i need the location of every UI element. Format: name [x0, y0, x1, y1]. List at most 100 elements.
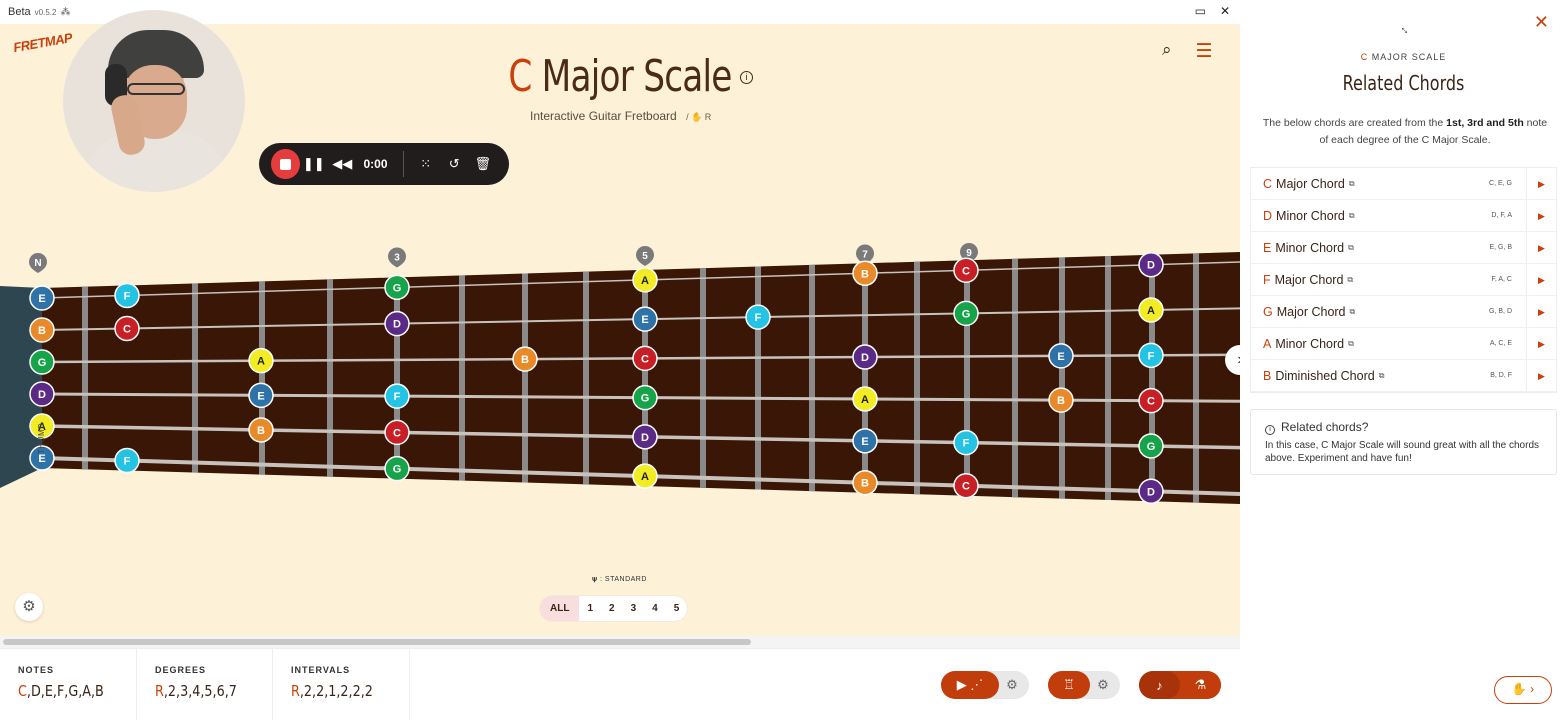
play-chord-icon[interactable]: ▶ [1526, 295, 1556, 328]
info-icon: i [1265, 425, 1275, 435]
related-chords-callout: i Related chords? In this case, C Major S… [1250, 409, 1557, 475]
position-5[interactable]: 5 [666, 596, 688, 621]
play-scale-button[interactable]: ▶ ⋰ [941, 671, 999, 699]
play-chord-icon[interactable]: ▶ [1526, 359, 1556, 392]
note-label: A [641, 471, 649, 483]
note-mode-icon[interactable]: ♪ [1139, 671, 1180, 699]
position-4[interactable]: 4 [644, 596, 666, 621]
expand-icon[interactable]: ↔ [1397, 20, 1415, 38]
fret-wire [394, 277, 400, 479]
note-label: G [38, 357, 47, 369]
note-label: F [124, 290, 131, 302]
external-link-icon: ⧉ [1348, 338, 1354, 348]
note-label: D [1147, 486, 1155, 498]
trash-icon[interactable]: 🗑 [468, 156, 497, 172]
position-2[interactable]: 2 [601, 596, 623, 621]
fret-wire [1059, 257, 1065, 499]
chord-item[interactable]: A Minor Chord ⧉ A, C, E ▶ [1251, 327, 1556, 360]
note-label: E [38, 453, 45, 465]
fret-wire [642, 269, 648, 487]
sidebar-action-button[interactable]: ✋ › [1494, 676, 1552, 704]
fret-wire [700, 268, 706, 488]
note-label: D [861, 352, 869, 364]
sparkle-icon: ⁂ [60, 6, 71, 18]
fret-marker-label: 5 [642, 251, 648, 262]
notes-label: NOTES [18, 665, 55, 675]
grid-icon[interactable]: ⁙ [411, 156, 440, 172]
guitar-fretboard[interactable]: N 3 5 7 9 E B G D A E F C F A E B G D F C G B A E C G D A F B D A E B C G F C E… [0, 204, 1240, 524]
pause-icon[interactable]: ❚❚ [300, 156, 329, 172]
note-label: G [962, 308, 971, 320]
rewind-icon[interactable]: ◀◀ [328, 156, 357, 172]
fret-wire [1193, 253, 1199, 503]
intervals-label: INTERVALS [291, 665, 351, 675]
metronome-control: ♖ ⚙ [1048, 671, 1120, 699]
play-chord-icon[interactable]: ▶ [1526, 167, 1556, 200]
note-label: C [641, 353, 649, 365]
note-label: C [123, 323, 131, 335]
subtitle-text: Interactive Guitar Fretboard [530, 109, 677, 123]
note-label: A [641, 275, 649, 287]
note-label: A [861, 394, 869, 406]
horizontal-scrollbar[interactable] [0, 636, 1240, 648]
intervals-panel: INTERVALS R,2,2,1,2,2,2 [273, 649, 410, 720]
fret-wire [964, 260, 970, 496]
mode-toggle: ♪ ⚗ [1139, 671, 1221, 699]
position-all[interactable]: ALL [540, 596, 580, 621]
chord-item[interactable]: E Minor Chord ⧉ E, G, B ▶ [1251, 231, 1556, 264]
play-chord-icon[interactable]: ▶ [1526, 327, 1556, 360]
chord-item[interactable]: G Major Chord ⧉ G, B, D ▶ [1251, 295, 1556, 328]
info-icon[interactable]: i [740, 71, 753, 84]
fret-wire [809, 264, 815, 492]
fret-marker-label: N [34, 258, 41, 269]
menu-icon[interactable]: ☰ [1196, 40, 1213, 63]
position-3[interactable]: 3 [623, 596, 645, 621]
restart-icon[interactable]: ↺ [440, 156, 469, 172]
metronome-button[interactable]: ♖ [1048, 671, 1090, 699]
fret-wire [459, 275, 465, 481]
note-label: B [521, 354, 529, 366]
note-label: B [257, 425, 265, 437]
chord-item[interactable]: C Major Chord ⧉ C, E, G ▶ [1251, 167, 1556, 200]
related-chords-sidebar: ↔ ✕ C MAJOR SCALE Related Chords The bel… [1240, 0, 1567, 720]
note-label: F [394, 391, 401, 403]
notes-values: ,D,E,F,G,A,B [26, 682, 104, 700]
stop-record-button[interactable] [271, 149, 300, 179]
playback-settings-icon[interactable]: ⚙ [999, 677, 1025, 693]
play-chord-icon[interactable]: ▶ [1526, 199, 1556, 232]
external-link-icon: ⧉ [1347, 274, 1354, 284]
comment-icon[interactable]: ▭ [1195, 4, 1206, 18]
play-chord-icon[interactable]: ▶ [1526, 231, 1556, 264]
handedness-toggle[interactable]: / ✋ R [686, 112, 711, 122]
chord-item[interactable]: F Major Chord ⧉ F, A, C ▶ [1251, 263, 1556, 296]
fret-wire [1105, 256, 1111, 500]
note-label: B [1057, 395, 1065, 407]
note-label: C [1147, 396, 1155, 408]
degrees-panel: DEGREES R,2,3,4,5,6,7 [137, 649, 273, 720]
flask-mode-icon[interactable]: ⚗ [1180, 671, 1221, 699]
note-label: D [393, 319, 401, 331]
metronome-settings-icon[interactable]: ⚙ [1090, 677, 1116, 693]
fretmap-logo[interactable]: FRETMAP [12, 30, 73, 66]
fret-wire [192, 283, 198, 473]
position-1[interactable]: 1 [579, 596, 601, 621]
play-chord-icon[interactable]: ▶ [1526, 263, 1556, 296]
sidebar-subtitle-root: C [1360, 52, 1369, 62]
sidebar-subtitle-rest: MAJOR SCALE [1371, 52, 1447, 62]
fret-marker-label: 9 [966, 248, 972, 259]
search-icon[interactable]: ⌕ [1162, 40, 1172, 63]
app-name: Beta [8, 6, 31, 18]
tuning-label[interactable]: 𝛙 : STANDARD [592, 576, 647, 584]
chord-item[interactable]: B Diminished Chord ⧉ B, D, F ▶ [1251, 359, 1556, 392]
chord-item[interactable]: D Minor Chord ⧉ D, F, A ▶ [1251, 199, 1556, 232]
close-sidebar-icon[interactable]: ✕ [1534, 12, 1549, 33]
note-label: E [38, 293, 45, 305]
external-link-icon: ⧉ [1378, 370, 1385, 380]
close-window-icon[interactable]: ✕ [1220, 4, 1230, 18]
settings-gear-icon[interactable]: ⚙ [15, 593, 43, 621]
intervals-values: ,2,2,1,2,2,2 [299, 682, 373, 700]
note-label: C [393, 427, 401, 439]
degrees-label: DEGREES [155, 665, 207, 675]
page-subtitle: Interactive Guitar Fretboard / ✋ R [530, 109, 711, 123]
note-label: E [861, 436, 868, 448]
